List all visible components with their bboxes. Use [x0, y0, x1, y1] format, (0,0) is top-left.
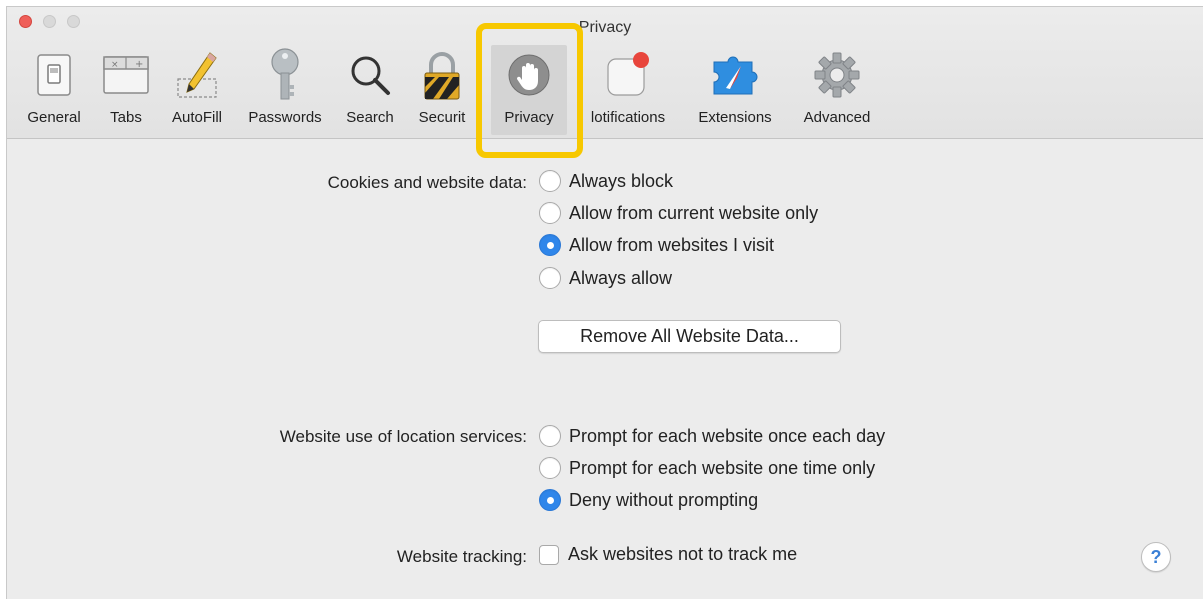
- tab-general[interactable]: General: [19, 45, 89, 135]
- radio-one-time-only[interactable]: [539, 457, 561, 479]
- pencil-icon: [171, 45, 223, 105]
- tracking-option[interactable]: Ask websites not to track me: [539, 544, 797, 565]
- location-option-one-time-only[interactable]: Prompt for each website one time only: [539, 457, 875, 479]
- tab-search[interactable]: Search: [337, 45, 403, 135]
- tab-privacy[interactable]: Privacy: [491, 45, 567, 135]
- location-label: Website use of location services:: [279, 427, 527, 446]
- radio-current-website[interactable]: [539, 202, 561, 224]
- radio-always-allow[interactable]: [539, 267, 561, 289]
- magnifier-icon: [344, 45, 396, 105]
- cookies-option-current-website[interactable]: Allow from current website only: [539, 202, 818, 224]
- radio-always-block[interactable]: [539, 170, 561, 192]
- radio-deny-without-prompting[interactable]: [539, 489, 561, 511]
- gear-icon: [811, 45, 863, 105]
- help-button[interactable]: ?: [1141, 542, 1171, 572]
- switch-icon: [28, 45, 80, 105]
- hand-icon: [503, 45, 555, 105]
- cookies-option-always-block[interactable]: Always block: [539, 170, 673, 192]
- cookies-option-websites-visit[interactable]: Allow from websites I visit: [539, 234, 774, 256]
- key-icon: [259, 45, 311, 105]
- preferences-window: Privacy General × + Tabs AutoFill Passwo…: [6, 6, 1203, 599]
- tab-autofill[interactable]: AutoFill: [159, 45, 235, 135]
- tab-passwords[interactable]: Passwords: [239, 45, 331, 135]
- location-option-once-each-day[interactable]: Prompt for each website once each day: [539, 425, 885, 447]
- radio-websites-visit[interactable]: [539, 234, 561, 256]
- tab-advanced[interactable]: Advanced: [789, 45, 885, 135]
- privacy-pane: Cookies and website data: Always block A…: [7, 140, 1203, 599]
- location-option-deny[interactable]: Deny without prompting: [539, 489, 758, 511]
- tab-security[interactable]: Securit: [411, 45, 473, 135]
- cookies-option-always-allow[interactable]: Always allow: [539, 267, 672, 289]
- tracking-label: Website tracking:: [396, 547, 527, 566]
- tab-notifications[interactable]: lotifications: [573, 45, 683, 135]
- do-not-track-checkbox[interactable]: [539, 544, 559, 565]
- notification-icon: [602, 45, 654, 105]
- radio-once-each-day[interactable]: [539, 425, 561, 447]
- window-title: Privacy: [578, 19, 632, 36]
- tabs-icon: × +: [100, 45, 152, 105]
- tab-extensions[interactable]: Extensions: [687, 45, 783, 135]
- preferences-toolbar: General × + Tabs AutoFill Passwords Sear…: [7, 45, 1203, 135]
- puzzle-icon: [709, 45, 761, 105]
- svg-text:×: ×: [111, 60, 119, 70]
- tab-tabs[interactable]: × + Tabs: [95, 45, 157, 135]
- cookies-label: Cookies and website data:: [327, 173, 527, 192]
- remove-all-website-data-button[interactable]: Remove All Website Data...: [538, 320, 841, 353]
- svg-text:+: +: [135, 59, 143, 70]
- title-bar: Privacy General × + Tabs AutoFill Passwo…: [7, 7, 1203, 158]
- lock-icon: [416, 45, 468, 105]
